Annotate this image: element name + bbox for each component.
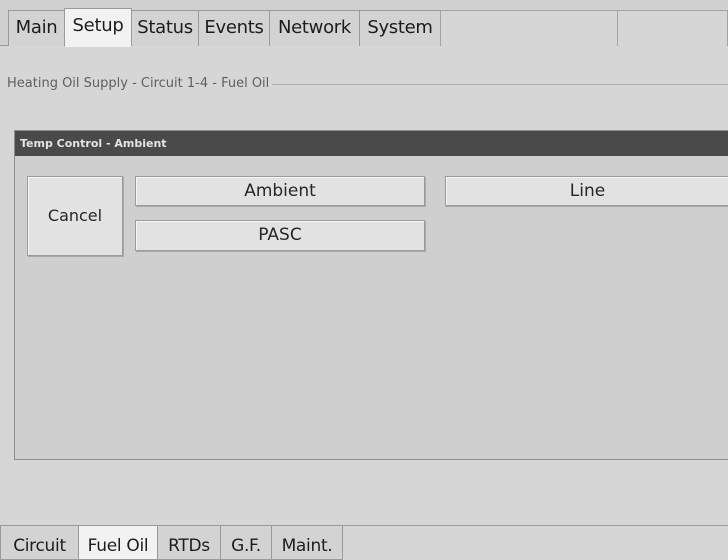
tab-gf[interactable]: G.F.: [220, 526, 272, 560]
line-button[interactable]: Line: [445, 176, 728, 206]
cancel-button[interactable]: Cancel: [27, 176, 123, 256]
tab-events[interactable]: Events: [198, 10, 270, 46]
tab-fuel-oil[interactable]: Fuel Oil: [78, 526, 158, 560]
temp-control-dialog: Temp Control - Ambient Cancel Ambient PA…: [14, 130, 728, 460]
dialog-title: Temp Control - Ambient: [15, 131, 728, 156]
pasc-button[interactable]: PASC: [135, 220, 425, 251]
bottom-tab-bar: Circuit Fuel Oil RTDs G.F. Maint.: [0, 525, 728, 560]
tab-empty-slot: [440, 10, 618, 46]
tab-status[interactable]: Status: [131, 10, 199, 46]
tab-network[interactable]: Network: [269, 10, 360, 46]
tab-circuit[interactable]: Circuit: [0, 526, 79, 560]
top-tab-bar: Main Setup Status Events Network System: [0, 0, 728, 47]
tab-system[interactable]: System: [359, 10, 441, 46]
tab-rtds[interactable]: RTDs: [157, 526, 221, 560]
tab-maint[interactable]: Maint.: [271, 526, 343, 560]
tab-setup[interactable]: Setup: [64, 8, 132, 47]
tab-empty-slot: [617, 10, 728, 46]
breadcrumb: Heating Oil Supply - Circuit 1-4 - Fuel …: [4, 76, 273, 91]
ambient-button[interactable]: Ambient: [135, 176, 425, 206]
tab-main[interactable]: Main: [8, 10, 65, 46]
